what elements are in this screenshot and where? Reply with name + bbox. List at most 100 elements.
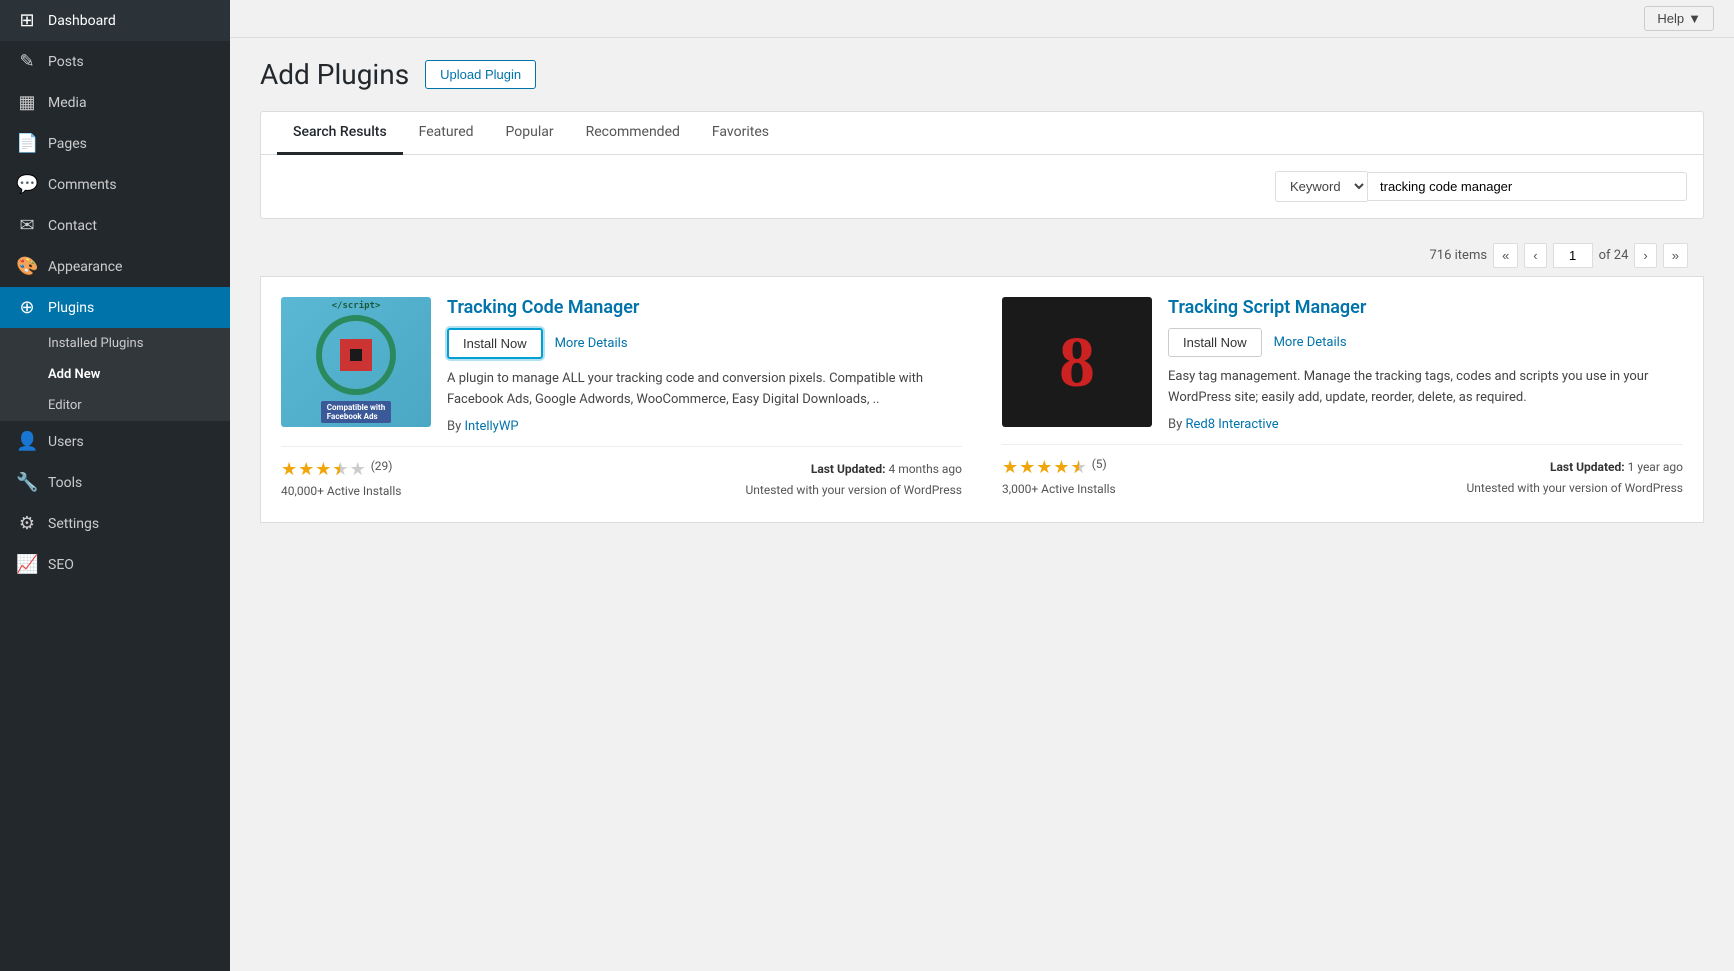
- search-input[interactable]: [1367, 172, 1687, 201]
- upload-plugin-button[interactable]: Upload Plugin: [425, 60, 536, 89]
- sidebar-item-seo[interactable]: 📈 SEO: [0, 544, 230, 585]
- star-1: ★: [1002, 457, 1018, 478]
- more-details-link-tsm[interactable]: More Details: [1274, 335, 1347, 350]
- rating-count-tcm: (29): [371, 459, 393, 480]
- rating-stars-tcm: ★ ★ ★ ★ ★ (29): [281, 459, 401, 480]
- tabs-container: Search Results Featured Popular Recommen…: [260, 111, 1704, 219]
- star-2: ★: [1019, 457, 1035, 478]
- plugin-title-2[interactable]: Tracking Script Manager: [1168, 297, 1683, 318]
- sidebar-item-media[interactable]: ▦ Media: [0, 82, 230, 123]
- install-now-button-tcm[interactable]: Install Now: [447, 328, 543, 359]
- prev-page-button[interactable]: ‹: [1524, 243, 1546, 268]
- update-info-tsm: Last Updated: 1 year ago Untested with y…: [1467, 457, 1684, 500]
- tools-icon: 🔧: [16, 472, 38, 493]
- update-info-tcm: Last Updated: 4 months ago Untested with…: [746, 459, 963, 502]
- seo-icon: 📈: [16, 554, 38, 575]
- more-details-link-tcm[interactable]: More Details: [555, 336, 628, 351]
- help-button[interactable]: Help ▼: [1644, 6, 1714, 31]
- dashboard-icon: ⊞: [16, 10, 38, 31]
- search-type-select[interactable]: Keyword Author Tag: [1275, 171, 1367, 202]
- tsm-number-icon: 8: [1059, 321, 1095, 404]
- stars-area-tsm: ★ ★ ★ ★ ★ (5) 3,000+ Active Installs: [1002, 457, 1116, 496]
- media-icon: ▦: [16, 92, 38, 113]
- star-1: ★: [281, 459, 297, 480]
- plugin-description-tsm: Easy tag management. Manage the tracking…: [1168, 367, 1683, 409]
- plugin-thumbnail: </script> Compatible withFacebook Ads: [281, 297, 431, 427]
- plugin-title[interactable]: Tracking Code Manager: [447, 297, 962, 318]
- sidebar-sub-item-installed[interactable]: Installed Plugins: [0, 328, 230, 359]
- sidebar-item-contact[interactable]: ✉ Contact: [0, 205, 230, 246]
- rating-stars-tsm: ★ ★ ★ ★ ★ (5): [1002, 457, 1116, 478]
- plugin-card-top: </script> Compatible withFacebook Ads: [281, 297, 962, 434]
- search-group: Keyword Author Tag: [1275, 171, 1687, 202]
- star-3: ★: [315, 459, 331, 480]
- plugin-author-tsm: By Red8 Interactive: [1168, 417, 1683, 432]
- sidebar-item-label: SEO: [48, 557, 74, 573]
- plugin-author-link-tsm[interactable]: Red8 Interactive: [1186, 417, 1279, 432]
- plugin-footer-tcm: ★ ★ ★ ★ ★ (29) 40,000+ Active Installs L…: [281, 446, 962, 502]
- star-5-empty: ★: [350, 459, 366, 480]
- tab-popular[interactable]: Popular: [490, 112, 570, 155]
- sidebar-item-posts[interactable]: ✎ Posts: [0, 41, 230, 82]
- main-area: Help ▼ Add Plugins Upload Plugin Search …: [230, 0, 1734, 971]
- sidebar-sub-item-add-new[interactable]: Add New: [0, 359, 230, 390]
- settings-icon: ⚙: [16, 513, 38, 534]
- appearance-icon: 🎨: [16, 256, 38, 277]
- sidebar-item-appearance[interactable]: 🎨 Appearance: [0, 246, 230, 287]
- plugin-author-link-tcm[interactable]: IntellyWP: [465, 419, 519, 434]
- plugins-icon: ⊕: [16, 297, 38, 318]
- plugin-footer-tsm: ★ ★ ★ ★ ★ (5) 3,000+ Active Installs Las…: [1002, 444, 1683, 500]
- star-5-half: ★: [1071, 457, 1087, 478]
- plugin-card-top-2: 8 Tracking Script Manager Install Now Mo…: [1002, 297, 1683, 432]
- sidebar-item-label: Comments: [48, 177, 117, 193]
- page-content: Add Plugins Upload Plugin Search Results…: [230, 38, 1734, 971]
- plugin-info: Tracking Code Manager Install Now More D…: [447, 297, 962, 434]
- page-number-input[interactable]: [1553, 243, 1593, 268]
- plugin-thumbnail-2: 8: [1002, 297, 1152, 427]
- star-3: ★: [1036, 457, 1052, 478]
- sidebar-item-label: Dashboard: [48, 13, 116, 29]
- install-now-button-tsm[interactable]: Install Now: [1168, 328, 1262, 357]
- star-2: ★: [298, 459, 314, 480]
- sidebar-sub-item-editor[interactable]: Editor: [0, 390, 230, 421]
- sidebar-item-label: Users: [48, 434, 84, 450]
- pagination-bar: 716 items « ‹ of 24 › »: [260, 235, 1704, 276]
- search-bar-area: Keyword Author Tag: [261, 155, 1703, 218]
- sidebar-item-label: Appearance: [48, 259, 122, 275]
- sidebar-item-pages[interactable]: 📄 Pages: [0, 123, 230, 164]
- plugin-card-tracking-code-manager: </script> Compatible withFacebook Ads: [261, 277, 982, 522]
- plugin-author-tcm: By IntellyWP: [447, 419, 962, 434]
- sidebar-item-label: Contact: [48, 218, 97, 234]
- last-page-button[interactable]: »: [1663, 243, 1688, 268]
- sidebar: ⊞ Dashboard ✎ Posts ▦ Media 📄 Pages 💬 Co…: [0, 0, 230, 971]
- sidebar-item-settings[interactable]: ⚙ Settings: [0, 503, 230, 544]
- tab-featured[interactable]: Featured: [403, 112, 490, 155]
- sidebar-item-label: Media: [48, 95, 87, 111]
- active-installs-tsm: 3,000+ Active Installs: [1002, 482, 1116, 496]
- plugin-actions-2: Install Now More Details: [1168, 328, 1683, 357]
- tab-search-results[interactable]: Search Results: [277, 112, 403, 155]
- first-page-button[interactable]: «: [1493, 243, 1518, 268]
- sidebar-item-users[interactable]: 👤 Users: [0, 421, 230, 462]
- tab-recommended[interactable]: Recommended: [570, 112, 696, 155]
- rating-count-tsm: (5): [1092, 457, 1107, 478]
- sidebar-item-plugins[interactable]: ⊕ Plugins: [0, 287, 230, 328]
- tabs-nav: Search Results Featured Popular Recommen…: [261, 112, 1703, 155]
- sidebar-item-label: Tools: [48, 475, 82, 491]
- pages-icon: 📄: [16, 133, 38, 154]
- star-4-half: ★: [332, 459, 348, 480]
- sidebar-item-comments[interactable]: 💬 Comments: [0, 164, 230, 205]
- contact-icon: ✉: [16, 215, 38, 236]
- tab-favorites[interactable]: Favorites: [696, 112, 785, 155]
- topbar: Help ▼: [230, 0, 1734, 38]
- plugin-actions: Install Now More Details: [447, 328, 962, 359]
- sidebar-item-label: Plugins: [48, 300, 94, 316]
- comments-icon: 💬: [16, 174, 38, 195]
- page-of-label: of 24: [1599, 248, 1629, 263]
- page-header: Add Plugins Upload Plugin: [260, 58, 1704, 91]
- next-page-button[interactable]: ›: [1634, 243, 1656, 268]
- help-chevron-icon: ▼: [1688, 11, 1701, 26]
- sidebar-item-label: Settings: [48, 516, 99, 532]
- sidebar-item-tools[interactable]: 🔧 Tools: [0, 462, 230, 503]
- sidebar-item-dashboard[interactable]: ⊞ Dashboard: [0, 0, 230, 41]
